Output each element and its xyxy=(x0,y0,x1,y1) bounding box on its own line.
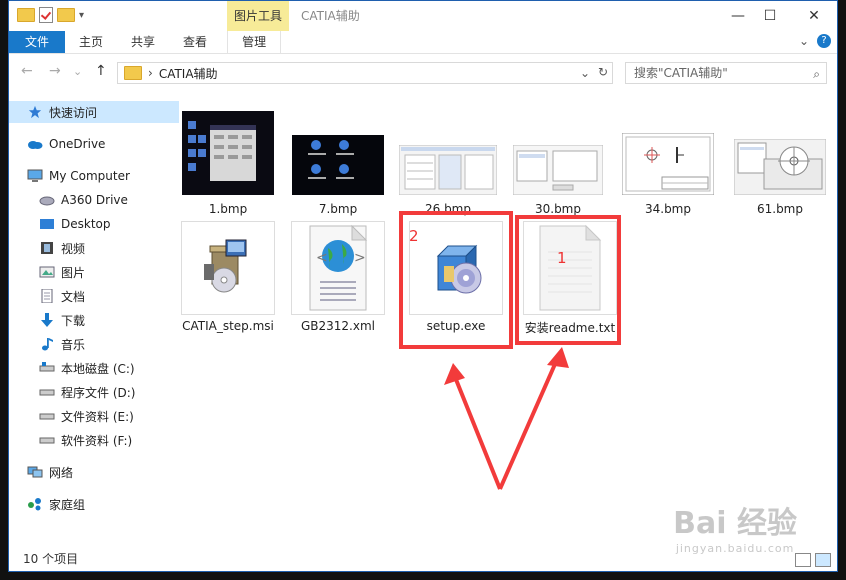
refresh-button[interactable]: ↻ xyxy=(598,65,608,79)
download-icon xyxy=(41,313,53,327)
navigation-pane: 快速访问 OneDrive My Computer A360 Drive Des… xyxy=(9,97,179,547)
picture-icon xyxy=(39,266,55,278)
recent-locations-icon[interactable]: ⌄ xyxy=(73,65,82,78)
status-item-count: 10 个项目 xyxy=(23,552,79,566)
sidebar-item-label: 网络 xyxy=(49,465,74,480)
maximize-button[interactable]: ☐ xyxy=(747,1,793,31)
sidebar-item-label: 本地磁盘 (C:) xyxy=(61,361,135,376)
network-icon xyxy=(27,466,43,478)
sidebar-item-disk-f[interactable]: 软件资料 (F:) xyxy=(39,429,132,451)
watermark-brand: Bai 经验 xyxy=(673,506,797,541)
details-view-icon[interactable] xyxy=(795,553,811,567)
sidebar-item-label: My Computer xyxy=(49,169,130,183)
sidebar-item-label: 下载 xyxy=(61,313,86,328)
large-icons-view-icon[interactable] xyxy=(815,553,831,567)
sidebar-item-label: 快速访问 xyxy=(49,105,98,120)
navigation-bar: ← → ⌄ ↑ › CATIA辅助 ⌄ ↻ 搜索"CATIA辅助" ⌕ xyxy=(9,54,837,90)
window-title: CATIA辅助 xyxy=(301,9,360,23)
sidebar-item-label: 家庭组 xyxy=(49,497,86,512)
annotation-arrows xyxy=(444,347,569,490)
watermark-url: jingyan.baidu.com xyxy=(675,542,795,555)
sidebar-item-onedrive[interactable]: OneDrive xyxy=(27,133,105,155)
sidebar-item-label: 软件资料 (F:) xyxy=(61,433,133,448)
tab-file[interactable]: 文件 xyxy=(9,31,66,53)
file-list: 1.bmp 7.bmp 26.bmp 30.bmp 34.bmp 61.bmp … xyxy=(179,97,829,547)
quick-access-toolbar: ▾ xyxy=(17,7,84,23)
sidebar-item-network[interactable]: 网络 xyxy=(27,461,73,483)
sidebar-item-label: OneDrive xyxy=(49,137,106,151)
sidebar-item-music[interactable]: 音乐 xyxy=(39,333,85,355)
expand-ribbon-icon[interactable]: ⌄ xyxy=(799,34,809,48)
disk-icon xyxy=(39,437,55,444)
tab-home[interactable]: 主页 xyxy=(65,31,117,53)
sidebar-item-label: Desktop xyxy=(61,217,111,231)
explorer-window: ▾ 图片工具 CATIA辅助 — ☐ ✕ 文件 主页 共享 查看 管理 ⌄ ? … xyxy=(8,0,838,572)
path-separator[interactable]: › xyxy=(148,66,153,80)
tab-manage[interactable]: 管理 xyxy=(227,31,282,53)
sidebar-item-label: 程序文件 (D:) xyxy=(61,385,136,400)
help-icon[interactable]: ? xyxy=(817,34,831,48)
customize-qat-icon[interactable]: ▾ xyxy=(79,10,84,21)
document-icon xyxy=(41,289,53,303)
sidebar-item-disk-d[interactable]: 程序文件 (D:) xyxy=(39,381,135,403)
music-icon xyxy=(42,338,53,351)
sidebar-item-documents[interactable]: 文档 xyxy=(39,285,85,307)
tab-share[interactable]: 共享 xyxy=(117,31,169,53)
search-icon[interactable]: ⌕ xyxy=(813,64,820,84)
sidebar-item-label: A360 Drive xyxy=(61,193,128,207)
homegroup-icon xyxy=(28,498,41,511)
picture-tools-tab[interactable]: 图片工具 xyxy=(227,1,289,31)
back-button[interactable]: ← xyxy=(21,63,33,79)
sidebar-item-label: 音乐 xyxy=(61,337,86,352)
arrowhead-setup xyxy=(444,363,465,385)
computer-icon xyxy=(27,169,43,182)
breadcrumb[interactable]: CATIA辅助 xyxy=(159,65,218,82)
drive-icon xyxy=(39,196,55,206)
video-icon xyxy=(41,242,53,254)
disk-icon xyxy=(39,362,55,372)
up-button[interactable]: ↑ xyxy=(95,63,107,79)
folder-icon[interactable] xyxy=(17,8,35,22)
sidebar-item-label: 图片 xyxy=(61,265,86,280)
tab-view[interactable]: 查看 xyxy=(169,31,221,53)
sidebar-item-downloads[interactable]: 下载 xyxy=(39,309,85,331)
new-folder-icon[interactable] xyxy=(57,8,75,22)
sidebar-item-a360-drive[interactable]: A360 Drive xyxy=(39,189,128,211)
sidebar-item-label: 视频 xyxy=(61,241,86,256)
forward-button[interactable]: → xyxy=(49,63,61,79)
sidebar-item-pictures[interactable]: 图片 xyxy=(39,261,85,283)
close-button[interactable]: ✕ xyxy=(791,1,837,31)
star-icon xyxy=(28,105,42,119)
search-input[interactable]: 搜索"CATIA辅助" ⌕ xyxy=(625,62,827,84)
disk-icon xyxy=(39,413,55,420)
arrowhead-readme xyxy=(547,347,569,368)
properties-icon[interactable] xyxy=(39,7,53,23)
arrow-line-to-readme xyxy=(498,354,561,490)
sidebar-item-homegroup[interactable]: 家庭组 xyxy=(27,493,85,515)
sidebar-item-quick-access[interactable]: 快速访问 xyxy=(9,101,179,123)
sidebar-item-desktop[interactable]: Desktop xyxy=(39,213,111,235)
baidu-watermark: Bai 经验 jingyan.baidu.com xyxy=(673,498,797,555)
view-switcher xyxy=(795,553,831,567)
sidebar-item-label: 文档 xyxy=(61,289,86,304)
desktop-icon xyxy=(40,219,54,229)
folder-icon xyxy=(124,66,142,80)
sidebar-item-disk-c[interactable]: 本地磁盘 (C:) xyxy=(39,357,135,379)
address-bar[interactable]: › CATIA辅助 ⌄ ↻ xyxy=(117,62,613,84)
sidebar-item-label: 文件资料 (E:) xyxy=(61,409,134,424)
arrow-line-to-setup xyxy=(451,371,502,490)
search-placeholder: 搜索"CATIA辅助" xyxy=(634,66,728,80)
cloud-icon xyxy=(28,141,43,149)
sidebar-item-videos[interactable]: 视频 xyxy=(39,237,85,259)
title-bar: ▾ 图片工具 CATIA辅助 — ☐ ✕ xyxy=(9,1,837,31)
disk-icon xyxy=(39,389,55,396)
ribbon-tabs: 文件 主页 共享 查看 管理 ⌄ ? xyxy=(9,31,837,54)
sidebar-item-my-computer[interactable]: My Computer xyxy=(27,165,130,187)
address-dropdown-icon[interactable]: ⌄ xyxy=(580,66,590,80)
sidebar-item-disk-e[interactable]: 文件资料 (E:) xyxy=(39,405,134,427)
